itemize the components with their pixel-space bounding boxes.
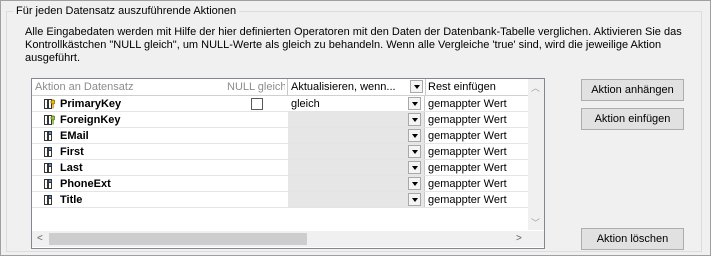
table-row[interactable]: PhoneExt gemappter Wert xyxy=(32,176,528,192)
table-row[interactable]: Last gemappter Wert xyxy=(32,160,528,176)
insert-rest-value[interactable]: gemappter Wert xyxy=(428,176,507,192)
scroll-left-icon[interactable]: < xyxy=(37,233,43,244)
field-name: ForeignKey xyxy=(60,114,121,126)
insert-action-button[interactable]: Aktion einfügen xyxy=(581,108,684,130)
group-title: Für jeden Datensatz auszuführende Aktion… xyxy=(13,5,240,17)
update-operator-select[interactable] xyxy=(288,112,425,127)
table-row[interactable]: EMail gemappter Wert xyxy=(32,128,528,144)
column-icon xyxy=(44,195,55,205)
insert-rest-value[interactable]: gemappter Wert xyxy=(428,160,507,176)
header-update-dropdown-icon[interactable] xyxy=(410,80,423,93)
chevron-down-icon[interactable] xyxy=(408,145,421,158)
null-equal-checkbox[interactable] xyxy=(251,98,263,110)
chevron-down-icon[interactable] xyxy=(408,129,421,142)
chevron-down-icon[interactable] xyxy=(408,193,421,206)
table-row[interactable]: First gemappter Wert xyxy=(32,144,528,160)
field-name: PhoneExt xyxy=(60,178,111,190)
field-name: First xyxy=(60,146,84,158)
operator-value: gleich xyxy=(291,98,320,110)
actions-table: Aktion an Datensatz NULL gleich Aktualis… xyxy=(31,78,545,249)
column-icon xyxy=(44,163,55,173)
update-operator-select[interactable] xyxy=(288,144,425,159)
insert-rest-value[interactable]: gemappter Wert xyxy=(428,144,507,160)
field-name: Last xyxy=(60,162,83,174)
table-row[interactable]: PrimaryKey gleich gemappter Wert xyxy=(32,96,528,112)
column-icon xyxy=(44,179,55,189)
header-insert-rest: Rest einfügen xyxy=(428,81,496,93)
update-operator-select[interactable] xyxy=(288,160,425,175)
scroll-up-icon[interactable]: ︿ xyxy=(531,81,540,94)
insert-rest-value[interactable]: gemappter Wert xyxy=(428,128,507,144)
insert-rest-value[interactable]: gemappter Wert xyxy=(428,192,507,208)
primary-key-icon xyxy=(44,99,56,109)
horizontal-scroll-thumb[interactable] xyxy=(49,233,307,245)
column-icon xyxy=(44,131,55,141)
append-action-button[interactable]: Aktion anhängen xyxy=(581,79,684,101)
chevron-down-icon[interactable] xyxy=(408,97,421,110)
description-text: Alle Eingabedaten werden mit Hilfe der h… xyxy=(25,26,682,64)
scroll-right-icon[interactable]: > xyxy=(516,233,522,244)
table-row[interactable]: ForeignKey gemappter Wert xyxy=(32,112,528,128)
scroll-corner xyxy=(528,231,544,247)
insert-rest-value[interactable]: gemappter Wert xyxy=(428,96,507,112)
header-action: Aktion an Datensatz xyxy=(35,81,134,93)
delete-action-button[interactable]: Aktion löschen xyxy=(581,228,684,250)
update-operator-select[interactable] xyxy=(288,128,425,143)
column-icon xyxy=(44,147,55,157)
foreign-key-icon xyxy=(44,115,56,125)
table-header: Aktion an Datensatz NULL gleich Aktualis… xyxy=(32,79,528,96)
vertical-scrollbar[interactable]: ︿ ﹀ xyxy=(528,79,544,230)
table-row[interactable]: Title gemappter Wert xyxy=(32,192,528,208)
chevron-down-icon[interactable] xyxy=(408,177,421,190)
chevron-down-icon[interactable] xyxy=(408,161,421,174)
scroll-down-icon[interactable]: ﹀ xyxy=(531,216,540,229)
insert-rest-value[interactable]: gemappter Wert xyxy=(428,112,507,128)
header-null-equal: NULL gleich xyxy=(227,81,285,93)
horizontal-scrollbar[interactable]: < > xyxy=(32,231,528,247)
header-update-if[interactable]: Aktualisieren, wenn... xyxy=(291,79,409,95)
update-operator-select[interactable] xyxy=(288,192,425,207)
update-operator-select[interactable]: gleich xyxy=(288,96,425,111)
update-operator-select[interactable] xyxy=(288,176,425,191)
field-name: EMail xyxy=(60,130,89,142)
chevron-down-icon[interactable] xyxy=(408,113,421,126)
dialog-panel: Für jeden Datensatz auszuführende Aktion… xyxy=(0,0,711,256)
field-name: Title xyxy=(60,194,83,206)
field-name: PrimaryKey xyxy=(60,98,122,110)
